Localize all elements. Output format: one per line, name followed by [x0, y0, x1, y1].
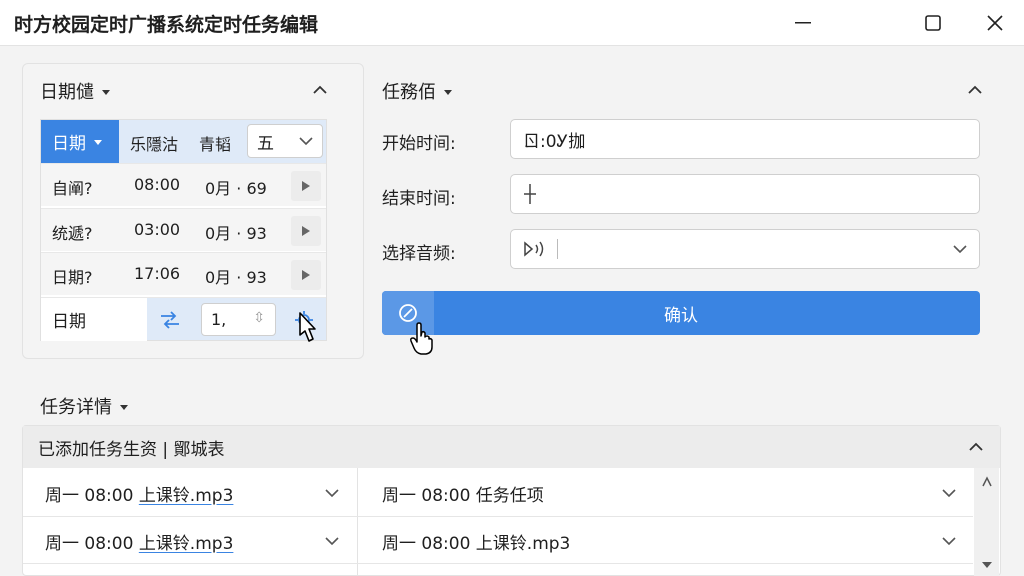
edit-row-label: 日期 — [41, 298, 147, 341]
edit-icon — [399, 304, 417, 322]
header-col-2: 乐隱沽 — [130, 135, 179, 154]
close-icon — [987, 15, 1003, 31]
start-time-label: 开始时间: — [382, 134, 456, 154]
hand-pointer-icon — [410, 322, 433, 355]
list-item[interactable]: 周一 08:00 任务任项 — [358, 469, 974, 517]
table-row-edit: 日期 1, ⇳ — [41, 297, 326, 341]
task-list-header: 已添加任务生资 | 鄮城表 — [23, 426, 1000, 468]
audio-label: 选择音频: — [382, 244, 456, 264]
chevron-down-icon[interactable] — [942, 537, 956, 546]
maximize-button[interactable] — [904, 0, 962, 46]
row-play-button[interactable] — [291, 171, 321, 201]
date-table-header: 日期 乐隱沽 青韬 五 — [41, 120, 326, 163]
end-time-input[interactable] — [510, 174, 980, 214]
scroll-down-icon[interactable] — [982, 562, 992, 568]
chevron-down-icon[interactable] — [325, 489, 339, 498]
divider — [557, 239, 558, 259]
title-bar: 时方校园定时广播系统定时任务编辑 — [0, 0, 1024, 46]
end-time-label: 结束时间: — [382, 189, 456, 209]
task-panel-title[interactable]: 任務佰 — [382, 78, 452, 104]
minimize-icon — [795, 22, 811, 24]
table-row[interactable]: 统遞? 03:00 0月 · 93 — [41, 208, 326, 251]
spinner-icon[interactable]: ⇳ — [253, 310, 265, 326]
audio-select[interactable] — [510, 229, 980, 269]
maximize-icon — [925, 15, 941, 31]
list-item[interactable]: 周一 08:00 上课铃.mp3 — [23, 469, 357, 517]
play-icon — [302, 270, 310, 280]
confirm-button[interactable]: 确认 — [382, 291, 980, 335]
number-input[interactable]: 1, ⇳ — [201, 303, 276, 336]
scroll-up-icon[interactable] — [981, 476, 993, 488]
table-row[interactable]: 自阐? 08:00 0月 · 69 — [41, 163, 326, 206]
audio-link[interactable]: 上课铃.mp3 — [139, 481, 234, 506]
window-title: 时方校园定时广播系统定时任务编辑 — [14, 14, 319, 36]
task-detail-title[interactable]: 任务详情 — [40, 393, 128, 419]
swap-icon[interactable] — [159, 310, 181, 330]
minimize-button[interactable] — [774, 0, 832, 46]
chevron-down-icon[interactable] — [325, 537, 339, 546]
caret-down-icon — [120, 404, 128, 410]
date-panel-title[interactable]: 日期儙 — [40, 78, 110, 104]
weekday-dropdown[interactable]: 五 — [247, 124, 323, 158]
chevron-down-icon[interactable] — [942, 489, 956, 498]
text-cursor-icon — [524, 184, 536, 204]
mouse-pointer-icon — [299, 312, 316, 342]
list-item[interactable]: 周一 08:00 上课铃.mp3 — [23, 517, 357, 565]
caret-down-icon — [444, 89, 452, 95]
table-row[interactable]: 日期? 17:06 0月 · 93 — [41, 252, 326, 295]
audio-link[interactable]: 上课铃.mp3 — [139, 529, 234, 554]
list-item[interactable]: 周一 08:00 上课铃.mp3 — [358, 517, 974, 565]
date-table: 日期 乐隱沽 青韬 五 自阐? 08:00 0月 · 69 统遞? 03:00 … — [40, 119, 327, 341]
play-icon — [302, 226, 310, 236]
close-button[interactable] — [966, 0, 1024, 46]
chevron-down-icon — [299, 137, 313, 146]
speaker-icon — [524, 241, 544, 257]
collapse-task-panel-icon[interactable] — [968, 85, 982, 95]
caret-down-icon — [102, 89, 110, 95]
row-play-button[interactable] — [291, 260, 321, 290]
list-scrollbar[interactable] — [974, 468, 999, 576]
start-time-input[interactable]: ㄖ:0Ꭹ拁 — [510, 119, 980, 159]
collapse-task-list-icon[interactable] — [969, 442, 983, 452]
caret-down-icon — [94, 140, 102, 145]
play-icon — [302, 181, 310, 191]
collapse-date-panel-icon[interactable] — [313, 85, 327, 95]
header-col-3: 青韬 — [199, 135, 232, 154]
date-column-selector[interactable]: 日期 — [41, 120, 119, 163]
row-play-button[interactable] — [291, 216, 321, 246]
chevron-down-icon — [953, 245, 967, 254]
